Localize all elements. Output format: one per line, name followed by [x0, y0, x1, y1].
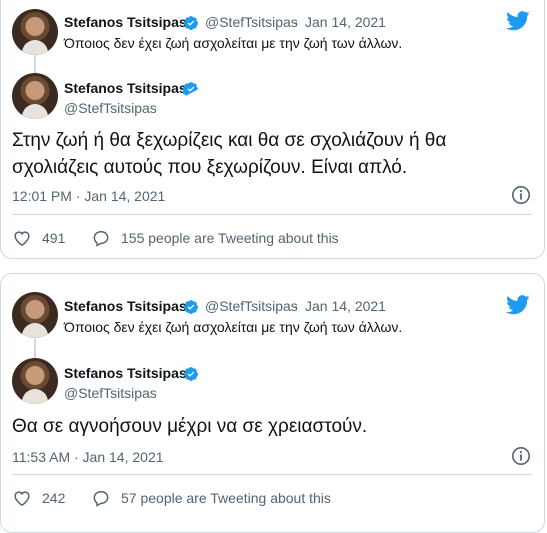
- tweeting-count-text: 57 people are Tweeting about this: [121, 490, 331, 506]
- avatar[interactable]: [12, 9, 58, 55]
- author-name[interactable]: Stefanos Tsitsipas: [64, 80, 187, 96]
- tweeting-link[interactable]: 155 people are Tweeting about this: [91, 228, 339, 248]
- twitter-bird-icon[interactable]: [506, 11, 530, 31]
- avatar[interactable]: [12, 358, 58, 404]
- author-handle[interactable]: @StefTsitsipas: [64, 385, 157, 401]
- tweet-card[interactable]: Stefanos Tsitsipas @StefTsitsipas · Jan …: [0, 273, 545, 533]
- separator: ·: [294, 298, 299, 314]
- author-name[interactable]: Stefanos Tsitsipas: [64, 14, 187, 30]
- verified-badge-icon: [184, 367, 198, 381]
- thread-line: [34, 338, 36, 358]
- heart-icon: [14, 231, 30, 247]
- verified-badge-icon: [183, 82, 198, 97]
- twitter-bird-icon[interactable]: [506, 295, 530, 315]
- author-handle[interactable]: @StefTsitsipas: [64, 100, 157, 116]
- tweet-timestamp[interactable]: 12:01 PM · Jan 14, 2021: [12, 188, 165, 204]
- author-name[interactable]: Stefanos Tsitsipas: [64, 365, 187, 381]
- heart-icon: [14, 491, 30, 507]
- like-button[interactable]: 242: [12, 488, 65, 508]
- speech-bubble-icon: [93, 231, 109, 247]
- info-icon[interactable]: [511, 446, 531, 466]
- avatar[interactable]: [12, 73, 58, 119]
- verified-badge-icon: [184, 300, 198, 314]
- like-count: 491: [42, 230, 66, 246]
- tweet-text: Θα σε αγνοήσουν μέχρι να σε χρειαστούν.: [12, 416, 368, 437]
- info-icon[interactable]: [511, 185, 531, 205]
- tweet-card[interactable]: Stefanos Tsitsipas @StefTsitsipas · Jan …: [0, 0, 545, 259]
- author-handle[interactable]: @StefTsitsipas: [205, 14, 298, 30]
- quoted-tweet-text: Όποιος δεν έχει ζωή ασχολείται με την ζω…: [64, 35, 403, 51]
- like-count: 242: [42, 490, 66, 506]
- divider: [12, 474, 532, 475]
- tweet-date[interactable]: Jan 14, 2021: [305, 298, 386, 314]
- tweet-date[interactable]: Jan 14, 2021: [305, 14, 386, 30]
- tweeting-link[interactable]: 57 people are Tweeting about this: [91, 488, 331, 508]
- like-button[interactable]: 491: [12, 228, 65, 248]
- tweet-timestamp[interactable]: 11:53 AM · Jan 14, 2021: [12, 449, 164, 465]
- author-name[interactable]: Stefanos Tsitsipas: [64, 298, 187, 314]
- thread-line: [34, 55, 36, 73]
- quoted-tweet-text: Όποιος δεν έχει ζωή ασχολείται με την ζω…: [64, 319, 403, 335]
- separator: ·: [294, 14, 299, 30]
- verified-badge-icon: [184, 16, 198, 30]
- author-handle[interactable]: @StefTsitsipas: [205, 298, 298, 314]
- avatar[interactable]: [12, 292, 58, 338]
- tweeting-count-text: 155 people are Tweeting about this: [121, 230, 339, 246]
- tweet-text: Στην ζωή ή θα ξεχωρίζεις και θα σε σχολι…: [12, 130, 447, 178]
- speech-bubble-icon: [93, 491, 109, 507]
- divider: [12, 214, 532, 215]
